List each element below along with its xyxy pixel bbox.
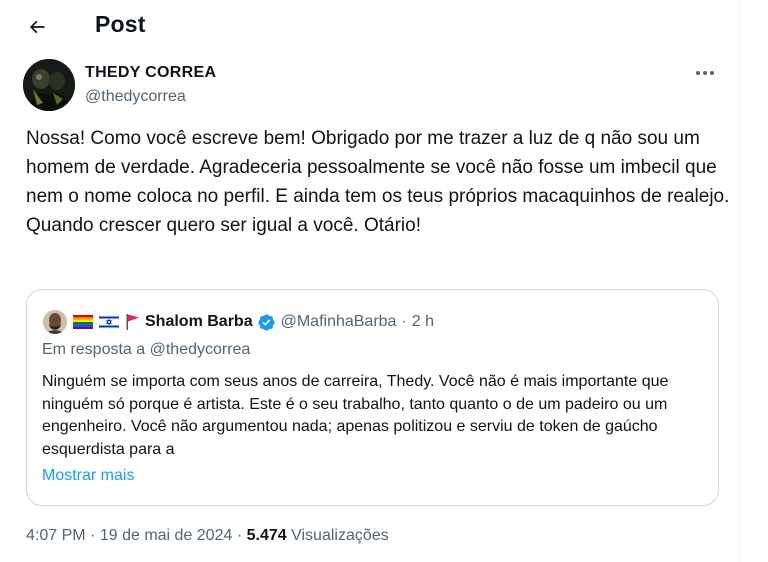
- quoted-author-name[interactable]: Shalom Barba: [145, 313, 253, 331]
- page-title: Post: [95, 11, 146, 37]
- show-more-link[interactable]: Mostrar mais: [42, 467, 134, 485]
- reply-context: Em resposta a @thedycorrea: [42, 341, 251, 358]
- quoted-author-avatar[interactable]: [43, 310, 67, 334]
- post-metadata: 4:07 PM · 19 de mai de 2024 · 5.474 Visu…: [26, 527, 389, 545]
- quoted-author-handle[interactable]: @MafinhaBarba: [281, 313, 397, 331]
- arrow-left-icon: [29, 20, 45, 34]
- views-count: 5.474: [246, 527, 287, 544]
- more-options-button[interactable]: [688, 60, 722, 86]
- quoted-post[interactable]: Shalom Barba @MafinhaBarba · 2 h Em resp…: [26, 289, 719, 506]
- more-horizontal-icon: [696, 71, 714, 75]
- verified-badge-icon[interactable]: [257, 313, 276, 332]
- author-avatar[interactable]: [23, 59, 75, 111]
- column-border: [739, 0, 740, 562]
- quoted-post-time[interactable]: 2 h: [412, 313, 434, 331]
- quoted-post-text: Ninguém se importa com seus anos de carr…: [42, 373, 669, 458]
- author-handle[interactable]: @thedycorrea: [85, 88, 186, 106]
- post-text: Nossa! Como você escreve bem! Obrigado p…: [26, 128, 730, 236]
- rainbow-flag-icon: [73, 315, 93, 329]
- back-button[interactable]: [20, 10, 54, 44]
- separator-dot: ·: [236, 527, 247, 544]
- quoted-post-header: Shalom Barba @MafinhaBarba · 2 h: [43, 310, 703, 334]
- author-name[interactable]: THEDY CORREA: [85, 64, 216, 82]
- separator-dot: ·: [401, 313, 407, 330]
- post-author: THEDY CORREA @thedycorrea: [23, 59, 723, 113]
- post-date[interactable]: 19 de mai de 2024: [100, 527, 233, 544]
- red-flag-icon: [126, 314, 139, 330]
- post-time[interactable]: 4:07 PM: [26, 527, 86, 544]
- page-header: Post: [0, 0, 739, 52]
- separator-dot: ·: [90, 527, 100, 544]
- views-label: Visualizações: [291, 527, 389, 544]
- israel-flag-icon: [99, 315, 119, 329]
